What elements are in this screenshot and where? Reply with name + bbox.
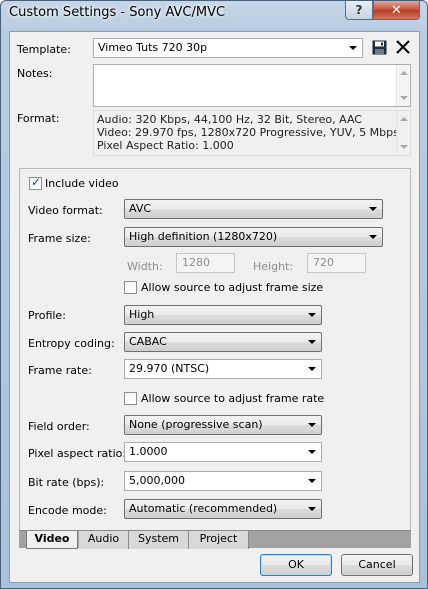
- window-title: Custom Settings - Sony AVC/MVC: [9, 5, 226, 20]
- chevron-down-icon[interactable]: [308, 450, 316, 454]
- notes-label: Notes:: [17, 67, 53, 80]
- allow-frame-rate-label: Allow source to adjust frame rate: [141, 392, 325, 405]
- format-par-line: Pixel Aspect Ratio: 1.000: [97, 139, 234, 152]
- dialog-client-area: Template: Vimeo Tuts 720 30p Notes: Form…: [9, 31, 420, 583]
- field-order-label: Field order:: [28, 420, 90, 433]
- video-settings-panel: Include video Video format: AVC Frame si…: [19, 168, 411, 548]
- include-video-checkbox[interactable]: [29, 175, 42, 190]
- pixel-aspect-label: Pixel aspect ratio:: [28, 447, 127, 460]
- scroll-down-icon[interactable]: [400, 96, 408, 100]
- bit-rate-combo[interactable]: 5,000,000: [124, 471, 322, 491]
- height-label: Height:: [253, 260, 294, 273]
- pixel-aspect-combo[interactable]: 1.0000: [124, 442, 322, 462]
- field-order-value: None (progressive scan): [129, 418, 263, 431]
- tab-strip: Video Audio System Project: [19, 530, 411, 549]
- pixel-aspect-value: 1.0000: [129, 445, 168, 458]
- frame-rate-combo[interactable]: 29.970 (NTSC): [124, 359, 322, 379]
- settings-dialog: Custom Settings - Sony AVC/MVC ? ✕ Templ…: [0, 0, 428, 589]
- tab-video[interactable]: Video: [26, 531, 78, 549]
- frame-size-select[interactable]: High definition (1280x720): [124, 227, 383, 247]
- chevron-down-icon[interactable]: [308, 367, 316, 371]
- ok-button[interactable]: OK: [260, 554, 332, 576]
- scroll-up-icon[interactable]: [400, 117, 408, 121]
- format-video-line: Video: 29.970 fps, 1280x720 Progressive,…: [97, 126, 399, 139]
- format-summary: Audio: 320 Kbps, 44,100 Hz, 32 Bit, Ster…: [93, 110, 411, 156]
- field-order-select[interactable]: None (progressive scan): [124, 415, 322, 435]
- chevron-down-icon: [369, 235, 377, 239]
- allow-frame-size-label: Allow source to adjust frame size: [141, 281, 324, 294]
- video-format-value: AVC: [129, 202, 152, 215]
- delete-template-icon[interactable]: [396, 40, 410, 54]
- scroll-up-icon[interactable]: [400, 71, 408, 75]
- entropy-coding-label: Entropy coding:: [28, 337, 115, 350]
- format-label: Format:: [17, 112, 60, 125]
- encode-mode-label: Encode mode:: [28, 504, 107, 517]
- help-button[interactable]: ?: [345, 1, 373, 20]
- save-template-icon[interactable]: [372, 40, 387, 55]
- allow-frame-size-checkbox[interactable]: [124, 281, 137, 294]
- chevron-down-icon: [308, 340, 316, 344]
- notes-textarea[interactable]: [93, 64, 411, 107]
- include-video-label: Include video: [45, 177, 119, 190]
- video-format-select[interactable]: AVC: [124, 199, 383, 219]
- width-input[interactable]: 1280: [176, 253, 235, 273]
- encode-mode-select[interactable]: Automatic (recommended): [124, 499, 322, 519]
- entropy-coding-select[interactable]: CABAC: [124, 332, 322, 352]
- frame-rate-label: Frame rate:: [28, 364, 92, 377]
- chevron-down-icon: [308, 313, 316, 317]
- tab-project[interactable]: Project: [189, 531, 249, 549]
- chevron-down-icon: [369, 207, 377, 211]
- title-bar[interactable]: Custom Settings - Sony AVC/MVC ? ✕: [1, 1, 427, 27]
- frame-size-value: High definition (1280x720): [129, 230, 278, 243]
- chevron-down-icon: [308, 423, 316, 427]
- chevron-down-icon[interactable]: [349, 46, 357, 50]
- scroll-down-icon[interactable]: [400, 145, 408, 149]
- allow-frame-rate-checkbox[interactable]: [124, 392, 137, 405]
- video-format-label: Video format:: [28, 204, 103, 217]
- height-input[interactable]: 720: [307, 253, 366, 273]
- chevron-down-icon: [308, 507, 316, 511]
- notes-scrollbar[interactable]: [396, 65, 410, 106]
- tab-system[interactable]: System: [129, 531, 189, 549]
- encode-mode-value: Automatic (recommended): [129, 502, 278, 515]
- format-scrollbar[interactable]: [396, 111, 410, 155]
- template-value: Vimeo Tuts 720 30p: [98, 41, 208, 54]
- frame-rate-value: 29.970 (NTSC): [129, 362, 210, 375]
- profile-label: Profile:: [28, 309, 66, 322]
- profile-select[interactable]: High: [124, 305, 322, 325]
- bit-rate-value: 5,000,000: [129, 474, 185, 487]
- cancel-button[interactable]: Cancel: [341, 554, 413, 576]
- template-combo[interactable]: Vimeo Tuts 720 30p: [93, 38, 363, 58]
- tab-audio[interactable]: Audio: [79, 531, 129, 549]
- frame-size-label: Frame size:: [28, 232, 91, 245]
- profile-value: High: [129, 308, 155, 321]
- format-audio-line: Audio: 320 Kbps, 44,100 Hz, 32 Bit, Ster…: [97, 113, 362, 126]
- template-label: Template:: [17, 43, 71, 56]
- entropy-coding-value: CABAC: [129, 335, 167, 348]
- chevron-down-icon[interactable]: [308, 479, 316, 483]
- width-label: Width:: [127, 260, 163, 273]
- close-window-button[interactable]: ✕: [373, 1, 420, 20]
- bit-rate-label: Bit rate (bps):: [28, 476, 105, 489]
